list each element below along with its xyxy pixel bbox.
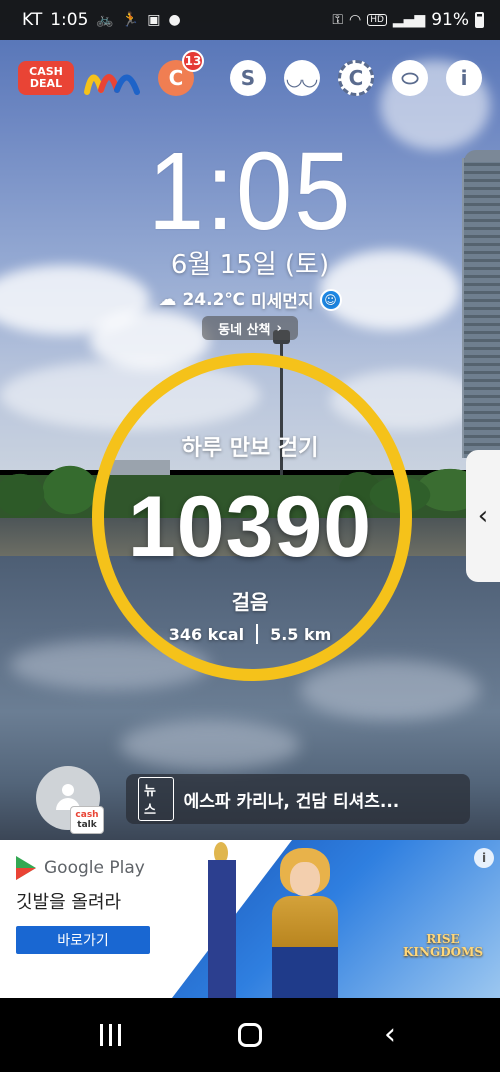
recent-apps-icon (99, 1024, 121, 1046)
wifi-icon: ◠ (348, 12, 362, 28)
coin-glyph-icon: C (338, 60, 374, 96)
knight-character (250, 840, 360, 998)
pedometer-stats: 346 kcal 5.5 km (0, 624, 500, 644)
distance: 5.5 km (270, 624, 332, 644)
battery-icon (475, 12, 484, 28)
lock-clock: 1:05 (0, 128, 500, 255)
calories: 346 kcal (168, 624, 245, 644)
s-icon[interactable]: S (228, 58, 268, 98)
cash-deal-logo[interactable]: CASH DEAL (18, 61, 74, 95)
m-logo[interactable] (82, 58, 144, 98)
pedometer-title: 하루 만보 걷기 (181, 436, 319, 461)
news-tag: 뉴스 (138, 777, 174, 821)
cloud-reflection (300, 660, 480, 720)
runner-icon: 🏃 (121, 12, 140, 28)
s-glyph-icon: S (230, 60, 266, 96)
game-logo-line2: KINGDOMS (402, 945, 484, 959)
mask-icon[interactable]: ◡◡ (282, 58, 322, 98)
status-bar: KT 1:05 🚲 🏃 ▣ ● ⚿ ◠ HD ▂▄▆ 91% (0, 0, 500, 40)
signal-icon: ▂▄▆ (392, 12, 426, 28)
mask-glyph-icon: ◡◡ (284, 60, 320, 96)
notification-badge: 13 (182, 50, 204, 72)
flag-banner (208, 860, 236, 998)
hd-icon: HD (367, 14, 387, 26)
neighborhood-walk-button[interactable]: 동네 산책 › (202, 316, 298, 340)
chevron-left-icon: ‹ (477, 501, 489, 531)
cashtalk-avatar[interactable]: cash talk (36, 766, 104, 834)
step-unit: 걸음 (231, 590, 269, 614)
weather-row[interactable]: ☁ 24.2℃ 미세먼지 ☺ (0, 287, 500, 312)
temperature: 24.2℃ (182, 289, 245, 310)
chevron-right-icon: › (276, 320, 282, 336)
game-logo: RISE KINGDOMS (402, 933, 484, 959)
stats-divider (256, 624, 259, 644)
ad-go-button[interactable]: 바로가기 (16, 926, 150, 954)
image-icon: ▣ (147, 12, 161, 28)
home-button[interactable] (220, 1005, 280, 1065)
cloud-reflection (120, 720, 300, 770)
google-play-icon (16, 856, 38, 880)
cloud-icon: ☁ (158, 289, 177, 310)
dot-icon: ● (168, 12, 181, 28)
cashdeal-line2: DEAL (29, 77, 63, 90)
edge-panel-handle[interactable]: ‹ (466, 450, 500, 582)
walk-button-label: 동네 산책 (218, 322, 271, 338)
pill-icon[interactable]: ⬭ (390, 58, 430, 98)
cashtalk-line2: talk (77, 820, 97, 830)
google-play-brand: Google Play (16, 856, 145, 880)
step-count: 10390 (127, 479, 373, 575)
google-play-label: Google Play (44, 858, 145, 878)
ad-info-icon[interactable]: i (474, 848, 494, 868)
back-icon: ‹ (384, 1017, 396, 1052)
air-quality-label: 미세먼지 (250, 292, 314, 312)
clock-time: 1:05 (147, 130, 353, 253)
news-ticker[interactable]: 뉴스 에스파 카리나, 건담 티셔츠... (126, 774, 470, 824)
knight-face (290, 862, 320, 896)
c-app-icon[interactable]: C 13 (156, 50, 204, 98)
cashtalk-badge: cash talk (70, 806, 104, 834)
news-headline: 에스파 카리나, 건담 티셔츠... (183, 791, 400, 812)
recent-apps-button[interactable] (80, 1005, 140, 1065)
smiley-icon: ☺ (319, 288, 342, 311)
coin-icon[interactable]: C (336, 58, 376, 98)
carrier-label: KT (22, 10, 43, 30)
lock-icon: ⚿ (332, 12, 343, 28)
battery-percent: 91% (431, 10, 469, 30)
status-time: 1:05 (50, 10, 89, 30)
knight-armor (272, 896, 338, 998)
navigation-bar: ‹ (0, 998, 500, 1072)
ad-tagline: 깃발을 올려라 (16, 892, 122, 913)
bike-icon: 🚲 (96, 12, 114, 28)
ad-banner[interactable]: Google Play 깃발을 올려라 바로가기 RISE KINGDOMS i (0, 840, 500, 998)
home-icon (238, 1023, 262, 1047)
info-heart-icon[interactable]: i (444, 58, 484, 98)
pill-glyph-icon: ⬭ (392, 60, 428, 96)
app-shortcut-row: CASH DEAL C 13 S ◡◡ C ⬭ i (0, 48, 500, 108)
lock-date: 6월 15일 (토) (170, 250, 330, 280)
info-glyph-icon: i (446, 60, 482, 96)
back-button[interactable]: ‹ (360, 1005, 420, 1065)
cashtalk-line1: cash (75, 810, 99, 820)
